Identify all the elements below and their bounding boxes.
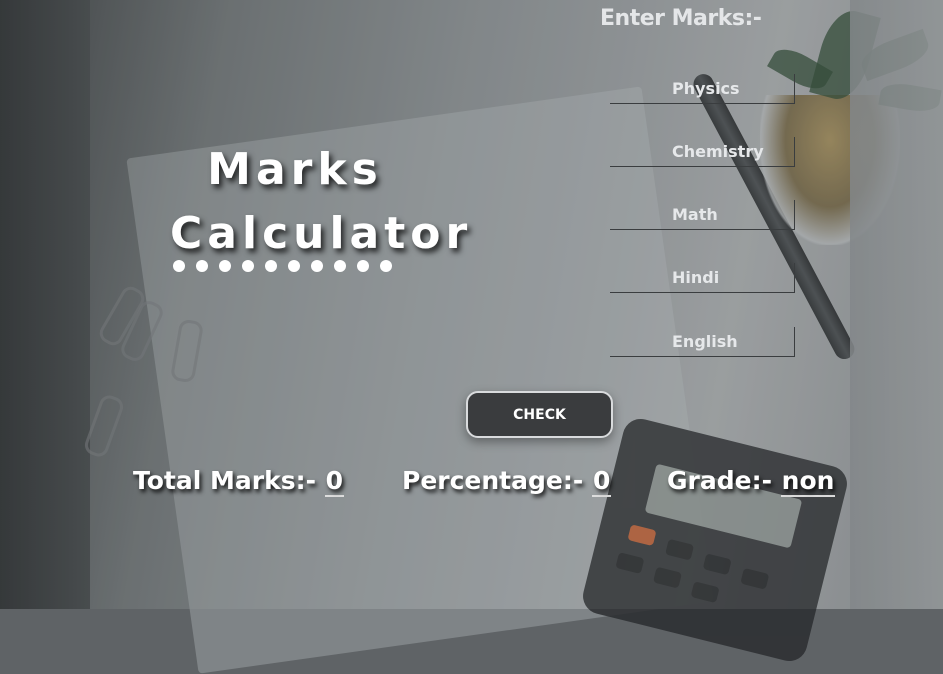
total-marks-label: Total Marks:- [133,466,325,495]
chemistry-field-wrapper [610,137,795,167]
math-field-wrapper [610,200,795,230]
dot [357,260,369,272]
hindi-field-wrapper [610,263,795,293]
title-line-2: Calculator [170,208,473,259]
enter-marks-heading: Enter Marks:- [600,6,762,31]
english-input[interactable] [610,327,794,356]
math-input[interactable] [610,200,794,229]
percentage-value: 0 [591,466,612,497]
dot [288,260,300,272]
grade-label: Grade:- [667,466,781,495]
dot [380,260,392,272]
grade-result: Grade:- non [667,466,836,497]
dot [219,260,231,272]
title-dots-decoration [173,260,392,272]
physics-field-wrapper [610,74,795,104]
english-field-wrapper [610,327,795,357]
dot [173,260,185,272]
dot [242,260,254,272]
dim-overlay [0,0,943,609]
dot [334,260,346,272]
grade-value: non [780,466,836,497]
hindi-input[interactable] [610,263,794,292]
title-line-1: Marks [207,144,383,195]
dot [196,260,208,272]
chemistry-input[interactable] [610,137,794,166]
dot [265,260,277,272]
page-title: Marks Calculator [170,138,473,266]
check-button[interactable]: CHECK [466,391,613,438]
physics-input[interactable] [610,74,794,103]
percentage-label: Percentage:- [402,466,592,495]
dot [311,260,323,272]
total-marks-result: Total Marks:- 0 [133,466,345,497]
total-marks-value: 0 [324,466,345,497]
percentage-result: Percentage:- 0 [402,466,612,497]
